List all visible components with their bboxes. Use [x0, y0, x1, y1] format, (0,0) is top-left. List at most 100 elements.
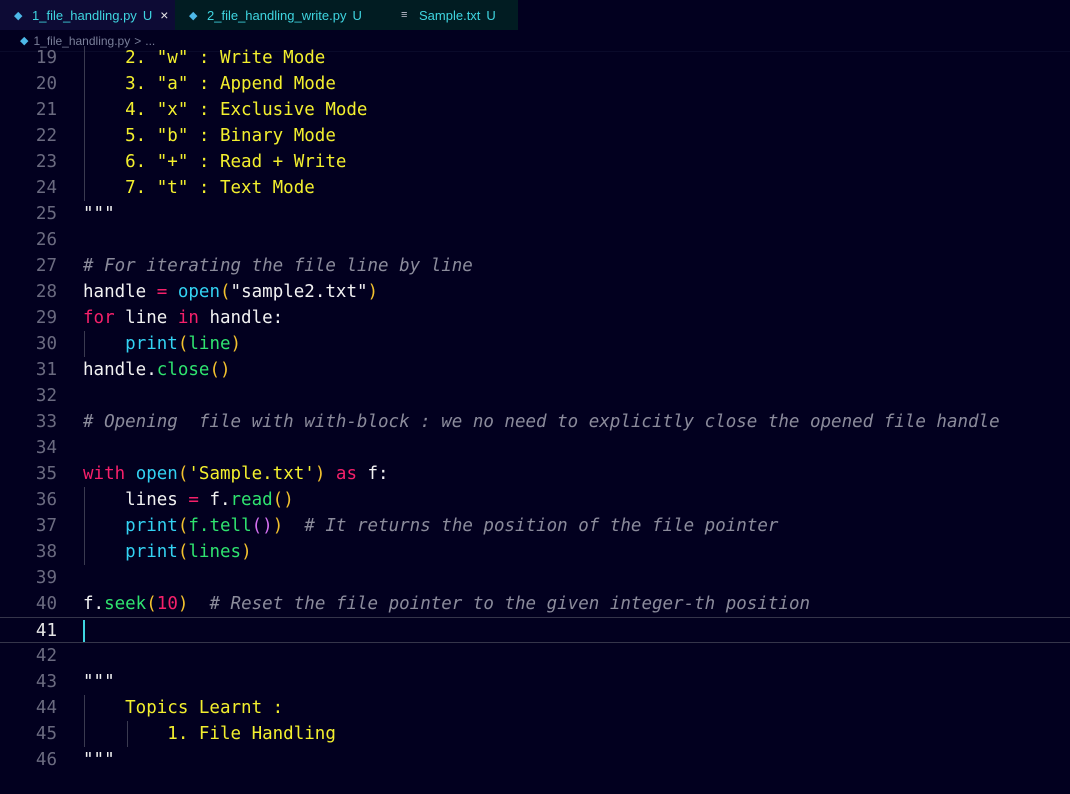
- line-number: 34: [35, 438, 57, 458]
- code-line[interactable]: 46 """: [0, 747, 1070, 773]
- code-token: 10: [156, 594, 178, 614]
- code-line[interactable]: 32: [0, 383, 1070, 409]
- code-token: lines: [83, 490, 189, 510]
- code-token: open: [177, 282, 220, 302]
- line-number: 26: [35, 230, 57, 250]
- code-token: print: [125, 542, 178, 562]
- tab-label: Sample.txt: [419, 7, 481, 23]
- code-text: Topics Learnt :: [83, 695, 283, 721]
- code-token: (: [177, 542, 189, 562]
- code-line[interactable]: 40 f.seek(10) # Reset the file pointer to…: [0, 591, 1070, 617]
- code-token: in: [177, 308, 210, 328]
- code-text: for line in handle:: [83, 305, 283, 331]
- code-token: line: [125, 308, 178, 328]
- code-line[interactable]: 42: [0, 643, 1070, 669]
- tab-1-file-handling[interactable]: ◆ 1_file_handling.py U ×: [0, 0, 175, 30]
- code-token: ): [230, 334, 242, 354]
- indent-guide: [84, 487, 85, 565]
- code-line[interactable]: 39: [0, 565, 1070, 591]
- line-number: 46: [35, 750, 57, 770]
- code-token: =: [188, 490, 210, 510]
- code-editor[interactable]: 19 2. "w" : Write Mode 20 3. "a" : Append…: [0, 46, 1070, 794]
- code-token: line: [188, 334, 231, 354]
- tab-sample-txt[interactable]: ≡ Sample.txt U: [385, 0, 518, 30]
- code-line[interactable]: 23 6. "+" : Read + Write: [0, 149, 1070, 175]
- untracked-badge: U: [142, 7, 153, 23]
- code-token: ): [314, 464, 336, 484]
- code-token: """: [83, 750, 115, 770]
- code-line[interactable]: 38 print(lines): [0, 539, 1070, 565]
- line-number: 23: [35, 152, 57, 172]
- code-token: # It returns the position of the file po…: [283, 516, 779, 536]
- code-token: ): [241, 542, 252, 562]
- code-token: Topics Learnt :: [83, 698, 284, 718]
- line-number: 21: [35, 100, 57, 120]
- code-line[interactable]: 27 # For iterating the file line by line: [0, 253, 1070, 279]
- code-line[interactable]: 37 print(f.tell()) # It returns the posi…: [0, 513, 1070, 539]
- text-cursor: [83, 620, 85, 642]
- indent-guide: [84, 695, 85, 747]
- line-number: 20: [35, 74, 57, 94]
- code-line[interactable]: 29 for line in handle:: [0, 305, 1070, 331]
- code-token: 5. "b" : Binary Mode: [83, 126, 336, 146]
- code-token: tell: [209, 516, 252, 536]
- code-text: """: [83, 747, 115, 773]
- code-line[interactable]: 24 7. "t" : Text Mode: [0, 175, 1070, 201]
- line-number: 25: [35, 204, 57, 224]
- code-token: 1. File Handling: [83, 724, 336, 744]
- indent-guide: [84, 46, 85, 201]
- code-line[interactable]: 33 # Opening file with with-block : we no…: [0, 409, 1070, 435]
- code-token: (: [220, 282, 231, 302]
- code-token: handle:: [209, 308, 284, 328]
- code-token: 4. "x" : Exclusive Mode: [83, 100, 368, 120]
- code-line[interactable]: 26: [0, 227, 1070, 253]
- code-text: # For iterating the file line by line: [83, 253, 473, 279]
- code-token: read: [230, 490, 273, 510]
- close-icon[interactable]: ×: [160, 7, 168, 23]
- code-line[interactable]: 20 3. "a" : Append Mode: [0, 71, 1070, 97]
- line-number: 41: [35, 621, 57, 641]
- code-token: # For iterating the file line by line: [83, 256, 473, 276]
- code-line[interactable]: 36 lines = f.read(): [0, 487, 1070, 513]
- line-number: 44: [35, 698, 57, 718]
- code-token: (: [177, 516, 189, 536]
- untracked-badge: U: [352, 7, 362, 23]
- python-icon: ◆: [14, 9, 23, 22]
- code-line[interactable]: 43 """: [0, 669, 1070, 695]
- code-line[interactable]: 34: [0, 435, 1070, 461]
- code-token: f.: [83, 594, 105, 614]
- line-number: 43: [35, 672, 57, 692]
- line-number: 35: [35, 464, 57, 484]
- code-token: (): [251, 516, 273, 536]
- editor-tab-bar: ◆ 1_file_handling.py U × ◆ 2_file_handli…: [0, 0, 1070, 30]
- code-token: (): [209, 360, 231, 380]
- code-line[interactable]: 44 Topics Learnt :: [0, 695, 1070, 721]
- code-line[interactable]: 30 print(line): [0, 331, 1070, 357]
- code-line[interactable]: 19 2. "w" : Write Mode: [0, 46, 1070, 71]
- untracked-badge: U: [486, 7, 496, 23]
- code-line[interactable]: 28 handle = open("sample2.txt"): [0, 279, 1070, 305]
- code-token: =: [156, 282, 178, 302]
- code-token: # Opening file with with-block : we no n…: [83, 412, 1000, 432]
- code-line[interactable]: 41: [0, 617, 1070, 643]
- code-line[interactable]: 45 1. File Handling: [0, 721, 1070, 747]
- code-line[interactable]: 21 4. "x" : Exclusive Mode: [0, 97, 1070, 123]
- line-number: 39: [35, 568, 57, 588]
- line-number: 40: [35, 594, 57, 614]
- code-token: f:: [367, 464, 389, 484]
- code-token: (): [272, 490, 294, 510]
- code-line[interactable]: 25 """: [0, 201, 1070, 227]
- code-token: 3. "a" : Append Mode: [83, 74, 336, 94]
- code-token: ): [367, 282, 379, 302]
- code-token: 6. "+" : Read + Write: [83, 152, 347, 172]
- code-token: ): [272, 516, 284, 536]
- code-line[interactable]: 35 with open('Sample.txt') as f:: [0, 461, 1070, 487]
- code-line[interactable]: 31 handle.close(): [0, 357, 1070, 383]
- code-token: (: [146, 594, 157, 614]
- code-token: with: [83, 464, 136, 484]
- code-line[interactable]: 22 5. "b" : Binary Mode: [0, 123, 1070, 149]
- code-token: (: [177, 334, 189, 354]
- tab-2-file-handling-write[interactable]: ◆ 2_file_handling_write.py U: [175, 0, 385, 30]
- code-token: "sample2.txt": [230, 282, 368, 302]
